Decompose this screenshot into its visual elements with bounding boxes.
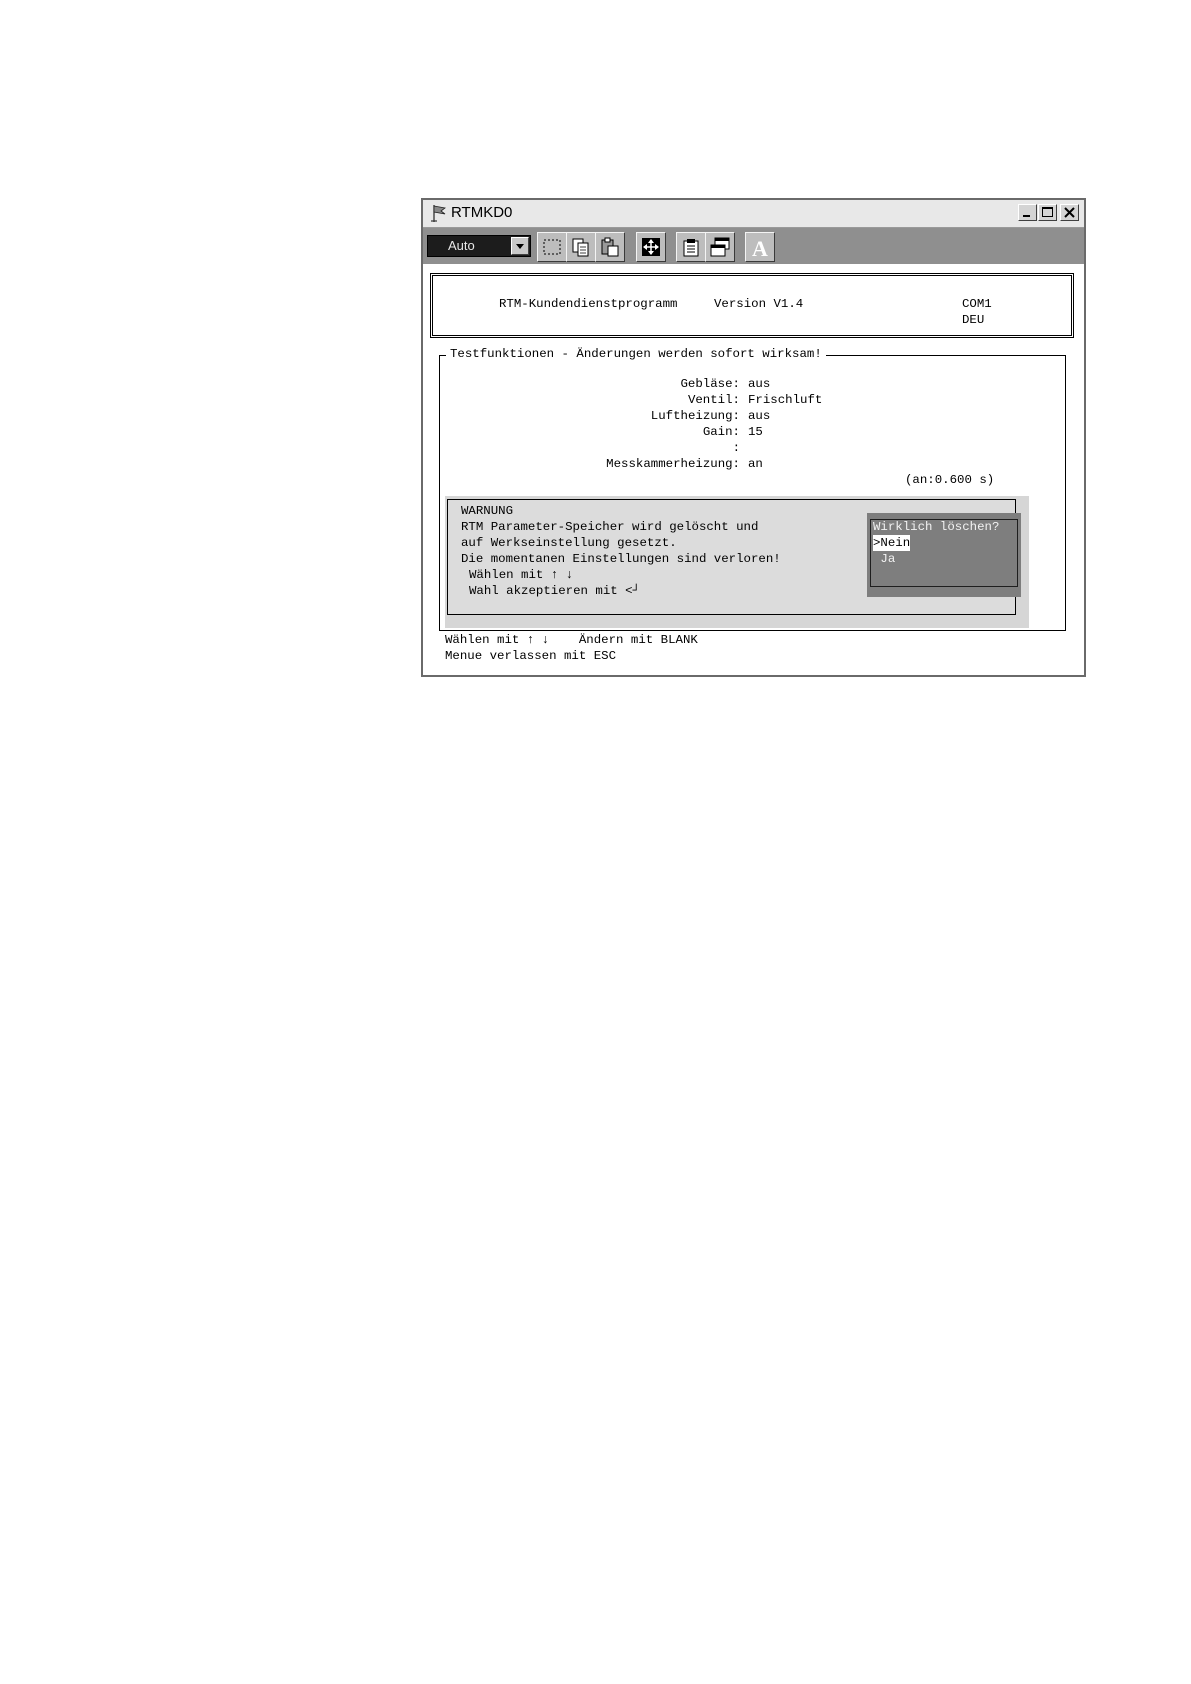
language-label: DEU <box>962 313 985 327</box>
title-bar[interactable]: RTMKD0 <box>423 200 1084 228</box>
warning-line: auf Werkseinstellung gesetzt. <box>461 536 677 550</box>
field-label-gain: Gain: <box>702 425 740 439</box>
app-icon <box>430 203 448 223</box>
field-value-geblaese[interactable]: aus <box>748 376 770 392</box>
close-icon[interactable] <box>1060 204 1079 221</box>
paste-icon[interactable] <box>595 232 625 262</box>
window-title: RTMKD0 <box>451 204 513 221</box>
warning-line: Die momentanen Einstellungen sind verlor… <box>461 552 781 566</box>
font-size-value: Auto <box>448 238 475 253</box>
footer-hint-line1: Wählen mit ↑ ↓ Ändern mit BLANK <box>445 633 698 647</box>
version-label: Version V1.4 <box>714 297 804 311</box>
minimize-icon[interactable] <box>1018 204 1037 221</box>
background-icon[interactable] <box>705 232 735 262</box>
footer-hint-line2: Menue verlassen mit ESC <box>445 649 617 663</box>
warning-line: RTM Parameter-Speicher wird gelöscht und <box>461 520 759 534</box>
field-value-messkammerheizung[interactable]: an <box>748 456 763 472</box>
warning-heading: WARNUNG <box>461 504 514 518</box>
field-label-messkammerheizung: Messkammerheizung: <box>606 457 740 471</box>
port-label: COM1 <box>962 297 992 311</box>
toolbar: Auto A <box>423 228 1084 264</box>
timer-readout: (an:0.600 s) <box>905 473 995 487</box>
terminal-screen: RTM-Kundendienstprogramm Version V1.4 CO… <box>423 264 1084 675</box>
panel-title: Testfunktionen - Änderungen werden sofor… <box>446 346 826 362</box>
font-glyph: A <box>752 236 768 258</box>
copy-icon[interactable] <box>566 232 596 262</box>
field-value-ventil[interactable]: Frischluft <box>748 392 822 408</box>
dialog-question: Wirklich löschen? <box>873 520 1000 534</box>
mark-icon[interactable] <box>537 232 567 262</box>
warning-hint-accept: Wahl akzeptieren mit <┘ <box>469 584 641 598</box>
maximize-icon[interactable] <box>1038 204 1057 221</box>
dialog-option-ja[interactable]: Ja <box>873 551 895 567</box>
program-name: RTM-Kundendienstprogramm <box>499 297 678 311</box>
field-label-luftheizung: Luftheizung: <box>650 409 740 423</box>
properties-icon[interactable] <box>676 232 706 262</box>
font-icon[interactable]: A <box>745 232 775 262</box>
font-size-select[interactable]: Auto <box>427 235 531 257</box>
fullscreen-icon[interactable] <box>636 232 666 262</box>
field-value-gain[interactable]: 15 <box>748 424 763 440</box>
dos-window: RTMKD0 Auto A RTM-Kundendienstprogramm V… <box>421 198 1086 677</box>
field-value-luftheizung[interactable]: aus <box>748 408 770 424</box>
dialog-option-nein[interactable]: >Nein <box>873 535 911 551</box>
warning-hint-select: Wählen mit ↑ ↓ <box>469 568 574 582</box>
field-label-blank: : <box>732 441 740 455</box>
field-label-geblaese: Gebläse: <box>680 377 741 391</box>
field-label-ventil: Ventil: <box>687 393 740 407</box>
chevron-down-icon[interactable] <box>511 237 529 255</box>
